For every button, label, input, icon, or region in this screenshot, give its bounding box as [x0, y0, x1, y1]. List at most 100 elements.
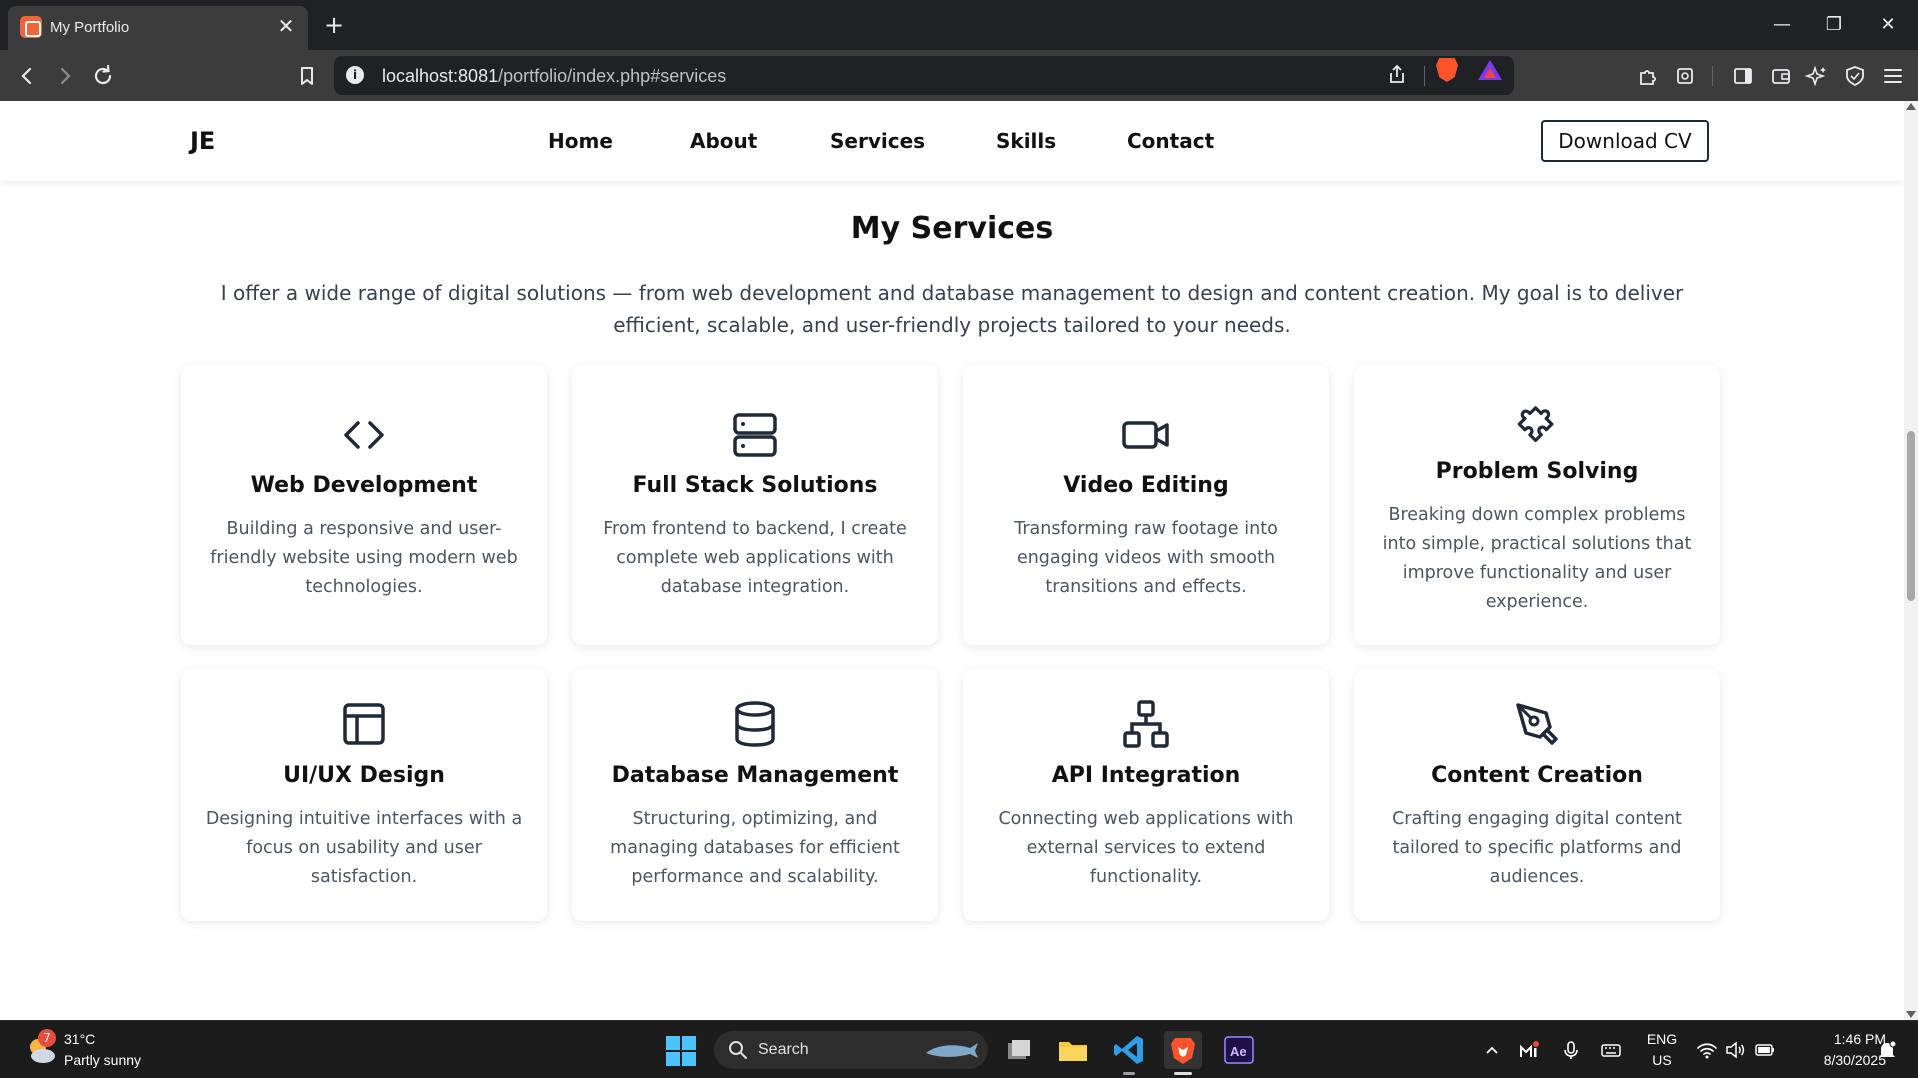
menu-icon[interactable]: [1878, 61, 1908, 91]
minimize-button[interactable]: —: [1762, 10, 1802, 40]
card-title: UI/UX Design: [283, 763, 445, 788]
extensions-icon[interactable]: [1632, 61, 1662, 91]
card-description: Crafting engaging digital content tailor…: [1392, 809, 1682, 887]
bookmark-icon[interactable]: [292, 61, 322, 91]
service-card-ui-ux-design: UI/UX Design Designing intuitive interfa…: [181, 669, 547, 921]
microphone-icon[interactable]: [1560, 1039, 1582, 1061]
tab-title: My Portfolio: [50, 19, 130, 36]
card-title: Content Creation: [1431, 763, 1643, 788]
card-description: From frontend to backend, I create compl…: [603, 519, 907, 597]
services-description: I offer a wide range of digital solution…: [220, 281, 1684, 337]
card-title: Video Editing: [1063, 473, 1229, 498]
volume-icon[interactable]: [1724, 1039, 1746, 1061]
nav-link-skills[interactable]: Skills: [996, 129, 1056, 153]
tray-app-icon[interactable]: [1518, 1039, 1540, 1061]
network-icon: [1121, 699, 1171, 749]
tab-close-icon[interactable]: ✕: [274, 14, 298, 38]
scroll-up-arrow-icon[interactable]: [1906, 103, 1916, 110]
scroll-down-arrow-icon[interactable]: [1906, 1011, 1916, 1018]
back-button[interactable]: [12, 61, 42, 91]
weather-alert-badge: 7: [38, 1029, 56, 1047]
after-effects-icon[interactable]: Ae: [1220, 1031, 1258, 1069]
card-title: Database Management: [611, 763, 899, 788]
nav-link-services[interactable]: Services: [830, 129, 925, 153]
download-cv-button[interactable]: Download CV: [1541, 120, 1709, 162]
window-close-button[interactable]: ✕: [1868, 10, 1908, 40]
card-description: Connecting web applications with externa…: [998, 809, 1294, 887]
service-card-content-creation: Content Creation Crafting engaging digit…: [1354, 669, 1720, 921]
taskbar-search-box[interactable]: Search: [714, 1031, 988, 1069]
card-description: Designing intuitive interfaces with a fo…: [205, 809, 523, 887]
search-icon: [728, 1040, 748, 1060]
url-text[interactable]: localhost:8081/portfolio/index.php#servi…: [382, 66, 726, 87]
reload-button[interactable]: [88, 61, 118, 91]
card-title: Web Development: [250, 473, 478, 498]
services-title: My Services: [850, 211, 1054, 246]
app-active-indicator: [1174, 1072, 1192, 1075]
vscode-icon[interactable]: [1110, 1031, 1148, 1075]
sidebar-icon[interactable]: [1728, 61, 1758, 91]
browser-tab[interactable]: My Portfolio ✕: [8, 6, 308, 50]
nav-link-contact[interactable]: Contact: [1127, 129, 1214, 153]
puzzle-icon: [1512, 395, 1562, 445]
browser-toolbar: i localhost:8081/portfolio/index.php#ser…: [0, 50, 1918, 101]
browser-tab-strip: My Portfolio ✕ + — ❐ ✕: [0, 0, 1918, 50]
battery-icon[interactable]: [1754, 1039, 1776, 1061]
app-running-indicator: [1123, 1072, 1135, 1075]
brave-rewards-icon[interactable]: [1478, 60, 1502, 80]
service-card-web-development: Web Development Building a responsive an…: [181, 365, 547, 645]
wallet-icon[interactable]: [1766, 61, 1796, 91]
nav-link-about[interactable]: About: [690, 129, 757, 153]
service-card-database-management: Database Management Structuring, optimiz…: [572, 669, 938, 921]
clock-time[interactable]: 1:46 PM: [1786, 1031, 1886, 1047]
task-view-icon[interactable]: [1000, 1031, 1038, 1069]
address-bar[interactable]: i localhost:8081/portfolio/index.php#ser…: [334, 56, 1514, 95]
service-card-full-stack: Full Stack Solutions From frontend to ba…: [572, 365, 938, 645]
service-card-video-editing: Video Editing Transforming raw footage i…: [963, 365, 1329, 645]
site-info-icon[interactable]: i: [346, 66, 364, 84]
vpn-shield-icon[interactable]: [1840, 61, 1870, 91]
file-explorer-icon[interactable]: [1054, 1031, 1092, 1069]
language-indicator-top[interactable]: ENG: [1644, 1031, 1680, 1047]
page-scrollbar[interactable]: [1904, 101, 1918, 1020]
nav-link-home[interactable]: Home: [548, 129, 613, 153]
brave-browser-icon[interactable]: [1164, 1031, 1202, 1075]
keyboard-icon[interactable]: [1600, 1039, 1622, 1061]
clock-date[interactable]: 8/30/2025: [1786, 1052, 1886, 1068]
site-logo[interactable]: JE: [190, 127, 215, 155]
site-favicon-icon: [20, 16, 42, 38]
leo-ai-icon[interactable]: [1802, 61, 1832, 91]
notifications-bell-icon[interactable]: [1876, 1039, 1898, 1061]
card-description: Structuring, optimizing, and managing da…: [610, 809, 900, 887]
page-viewport: JE Home About Services Skills Contact Do…: [0, 101, 1904, 1020]
card-title: Full Stack Solutions: [632, 473, 878, 498]
search-placeholder: Search: [758, 1041, 809, 1058]
address-divider: [1424, 66, 1425, 86]
windows-start-icon[interactable]: [666, 1036, 696, 1066]
windows-taskbar: 7 31°C Partly sunny Search Ae ENG US 1:4…: [0, 1020, 1918, 1078]
weather-temperature[interactable]: 31°C: [64, 1031, 95, 1047]
scrollbar-thumb[interactable]: [1907, 431, 1915, 601]
layout-icon: [339, 699, 389, 749]
reader-mode-icon[interactable]: [1670, 61, 1700, 91]
card-description: Building a responsive and user-friendly …: [210, 519, 518, 597]
wifi-icon[interactable]: [1696, 1039, 1718, 1061]
video-icon: [1121, 410, 1171, 460]
weather-condition[interactable]: Partly sunny: [64, 1052, 141, 1068]
new-tab-button[interactable]: +: [320, 11, 348, 39]
card-description: Breaking down complex problems into simp…: [1382, 505, 1692, 612]
restore-button[interactable]: ❐: [1814, 10, 1854, 40]
server-icon: [730, 410, 780, 460]
card-description: Transforming raw footage into engaging v…: [1014, 519, 1278, 597]
pen-tool-icon: [1512, 699, 1562, 749]
language-indicator-bottom[interactable]: US: [1644, 1052, 1680, 1068]
share-icon[interactable]: [1382, 60, 1412, 90]
search-highlight-shark-icon: [924, 1039, 980, 1061]
forward-button[interactable]: [50, 61, 80, 91]
toolbar-divider: [1712, 66, 1713, 86]
service-card-api-integration: API Integration Connecting web applicati…: [963, 669, 1329, 921]
tray-overflow-chevron-icon[interactable]: [1481, 1039, 1503, 1061]
service-card-problem-solving: Problem Solving Breaking down complex pr…: [1354, 365, 1720, 645]
svg-text:Ae: Ae: [1230, 1044, 1247, 1059]
card-title: API Integration: [1051, 763, 1241, 788]
